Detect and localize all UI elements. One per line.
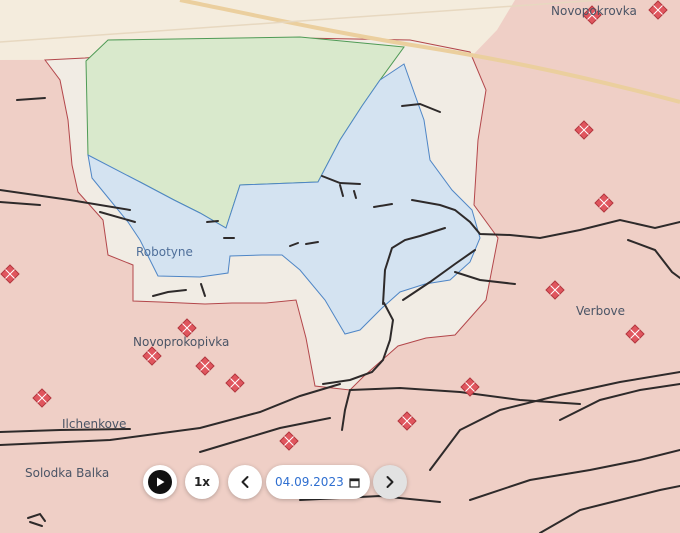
speed-button[interactable]: 1x	[185, 465, 219, 499]
next-date-button[interactable]	[373, 465, 407, 499]
place-label-ilchenkove: Ilchenkove	[62, 417, 127, 431]
map-canvas[interactable]	[0, 0, 680, 533]
chevron-right-icon	[386, 476, 394, 488]
place-label-robotyne: Robotyne	[136, 245, 193, 259]
previous-date-button[interactable]	[228, 465, 262, 499]
place-label-verbove: Verbove	[576, 304, 626, 318]
chevron-left-icon	[241, 476, 249, 488]
place-label-novoprokopivka: Novoprokopivka	[133, 335, 230, 349]
play-button[interactable]	[143, 465, 177, 499]
speed-label: 1x	[193, 475, 211, 489]
play-icon	[148, 470, 172, 494]
place-label-solodka-balka: Solodka Balka	[25, 466, 110, 480]
place-label-novopokrovka: Novopokrovka	[551, 4, 637, 18]
